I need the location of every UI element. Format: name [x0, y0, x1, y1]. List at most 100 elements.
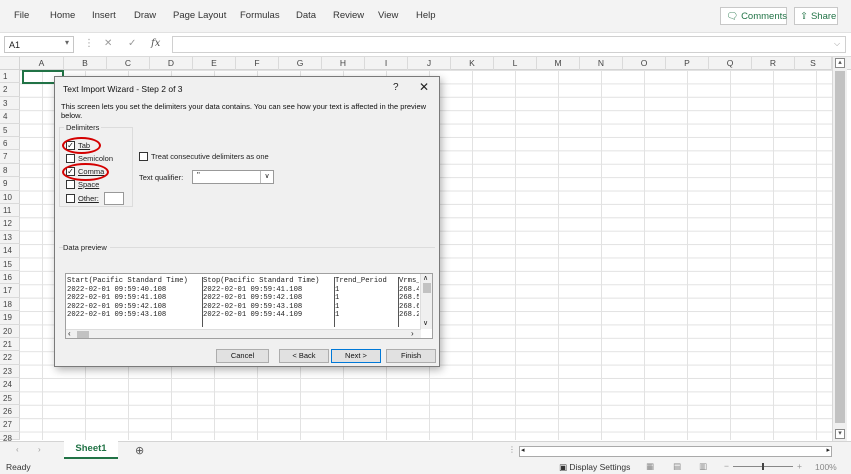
- row-header[interactable]: 17: [0, 284, 20, 298]
- row-header[interactable]: 5: [0, 124, 20, 137]
- insert-function-icon[interactable]: fx: [151, 38, 160, 49]
- close-icon[interactable]: ✕: [419, 80, 429, 94]
- data-preview-box[interactable]: Start(Pacific Standard Time) Stop(Pacific…: [65, 273, 433, 339]
- column-header[interactable]: E: [193, 57, 236, 70]
- row-header[interactable]: 23: [0, 365, 20, 379]
- row-header[interactable]: 19: [0, 311, 20, 325]
- text-qualifier-select[interactable]: " ∨: [192, 170, 274, 184]
- semicolon-checkbox-row[interactable]: Semicolon: [66, 154, 113, 163]
- other-delimiter-input[interactable]: [103, 192, 124, 205]
- column-header[interactable]: C: [107, 57, 150, 70]
- page-break-view-icon[interactable]: ▥: [699, 461, 707, 472]
- column-header[interactable]: M: [537, 57, 580, 70]
- space-checkbox-row[interactable]: Space: [66, 180, 99, 189]
- other-checkbox-row[interactable]: Other:: [66, 192, 124, 205]
- preview-horizontal-scrollbar[interactable]: ‹ ›: [66, 329, 421, 338]
- zoom-level[interactable]: 100%: [815, 462, 837, 472]
- row-header[interactable]: 21: [0, 338, 20, 352]
- column-header[interactable]: L: [494, 57, 537, 70]
- back-button[interactable]: < Back: [279, 349, 329, 363]
- chevron-down-icon[interactable]: ∨: [260, 171, 273, 183]
- column-header[interactable]: N: [580, 57, 623, 70]
- expand-formula-icon[interactable]: ⌵: [834, 39, 840, 49]
- column-header[interactable]: S: [795, 57, 832, 70]
- column-header[interactable]: D: [150, 57, 193, 70]
- row-header[interactable]: 8: [0, 164, 20, 178]
- scroll-thumb[interactable]: [835, 71, 845, 423]
- tab-draw[interactable]: Draw: [134, 10, 156, 21]
- scroll-down-icon[interactable]: ▾: [835, 429, 845, 439]
- tab-page-layout[interactable]: Page Layout: [173, 10, 226, 21]
- row-header[interactable]: 9: [0, 177, 20, 191]
- tab-review[interactable]: Review: [333, 10, 364, 21]
- row-header[interactable]: 12: [0, 217, 20, 231]
- page-layout-view-icon[interactable]: ▤: [673, 461, 681, 472]
- tab-file[interactable]: File: [14, 10, 29, 21]
- consecutive-delimiters-row[interactable]: Treat consecutive delimiters as one: [139, 152, 269, 161]
- scroll-thumb[interactable]: [423, 283, 431, 293]
- column-header[interactable]: R: [752, 57, 795, 70]
- next-sheet-icon[interactable]: ›: [38, 445, 41, 454]
- normal-view-icon[interactable]: ▦: [646, 461, 654, 472]
- sheet-tab-sheet1[interactable]: Sheet1: [64, 441, 118, 459]
- vertical-scrollbar[interactable]: ▴ ▾: [832, 57, 847, 441]
- zoom-out-icon[interactable]: −: [724, 461, 729, 471]
- column-header[interactable]: F: [236, 57, 279, 70]
- row-header[interactable]: 28: [0, 432, 20, 443]
- row-header[interactable]: 16: [0, 271, 20, 285]
- zoom-in-icon[interactable]: +: [797, 461, 802, 471]
- row-header[interactable]: 2: [0, 83, 20, 97]
- scroll-left-icon[interactable]: ◂: [521, 446, 525, 454]
- consecutive-checkbox[interactable]: [139, 152, 148, 161]
- chevron-down-icon[interactable]: ▾: [65, 38, 69, 47]
- column-header[interactable]: P: [666, 57, 709, 70]
- row-header[interactable]: 26: [0, 405, 20, 419]
- row-header[interactable]: 24: [0, 378, 20, 392]
- semicolon-checkbox[interactable]: [66, 154, 75, 163]
- other-checkbox[interactable]: [66, 194, 75, 203]
- select-all-corner[interactable]: [0, 57, 20, 70]
- row-header[interactable]: 18: [0, 298, 20, 312]
- scroll-up-icon[interactable]: ∧: [423, 274, 428, 282]
- tab-help[interactable]: Help: [416, 10, 436, 21]
- column-header[interactable]: G: [279, 57, 322, 70]
- row-header[interactable]: 6: [0, 137, 20, 151]
- tab-insert[interactable]: Insert: [92, 10, 116, 21]
- add-sheet-icon[interactable]: ⊕: [135, 444, 144, 457]
- column-break-line[interactable]: [398, 277, 399, 327]
- scroll-left-icon[interactable]: ‹: [68, 329, 71, 338]
- cancel-button[interactable]: Cancel: [216, 349, 269, 363]
- column-break-line[interactable]: [202, 277, 203, 327]
- column-header[interactable]: K: [451, 57, 494, 70]
- row-header[interactable]: 20: [0, 325, 20, 338]
- comments-button[interactable]: 🗨︎ Comments: [720, 7, 787, 25]
- display-settings-button[interactable]: ▣ Display Settings: [559, 462, 630, 473]
- prev-sheet-icon[interactable]: ‹: [16, 445, 19, 454]
- enter-icon[interactable]: ✓: [128, 38, 136, 49]
- help-button[interactable]: ?: [393, 82, 399, 93]
- scroll-thumb[interactable]: [77, 331, 89, 338]
- column-header[interactable]: J: [408, 57, 451, 70]
- row-header[interactable]: 10: [0, 191, 20, 204]
- row-header[interactable]: 3: [0, 97, 20, 111]
- scroll-right-icon[interactable]: ▸: [826, 446, 830, 454]
- horizontal-scrollbar[interactable]: ◂ ▸: [519, 446, 832, 457]
- tab-view[interactable]: View: [378, 10, 398, 21]
- row-header[interactable]: 14: [0, 244, 20, 258]
- row-header[interactable]: 25: [0, 392, 20, 405]
- row-header[interactable]: 13: [0, 231, 20, 245]
- name-box[interactable]: A1 ▾: [4, 36, 74, 53]
- scroll-down-icon[interactable]: ∨: [423, 319, 428, 327]
- cancel-icon[interactable]: ✕: [104, 38, 112, 49]
- column-header[interactable]: H: [322, 57, 365, 70]
- tab-formulas[interactable]: Formulas: [240, 10, 280, 21]
- scroll-up-icon[interactable]: ▴: [835, 58, 845, 68]
- row-header[interactable]: 22: [0, 351, 20, 365]
- finish-button[interactable]: Finish: [386, 349, 436, 363]
- tab-home[interactable]: Home: [50, 10, 75, 21]
- row-header[interactable]: 4: [0, 110, 20, 124]
- column-break-line[interactable]: [334, 277, 335, 327]
- row-header[interactable]: 27: [0, 418, 20, 432]
- tab-data[interactable]: Data: [296, 10, 316, 21]
- column-header[interactable]: O: [623, 57, 666, 70]
